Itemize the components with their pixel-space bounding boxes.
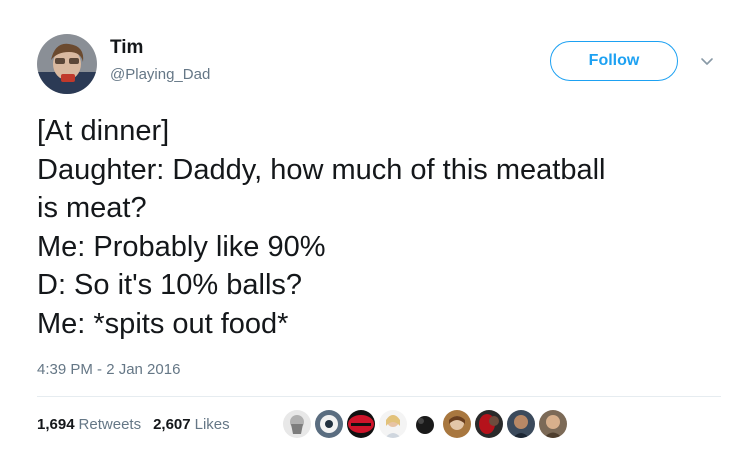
chevron-down-icon[interactable] — [699, 55, 715, 67]
liker-avatar[interactable] — [539, 410, 567, 438]
liker-avatar[interactable] — [411, 410, 439, 438]
liker-avatar[interactable] — [315, 410, 343, 438]
tweet-card: Tim @Playing_Dad Follow [At dinner] Daug… — [0, 0, 742, 458]
likers-avatars — [283, 410, 567, 438]
tweet-line: [At dinner] — [37, 115, 170, 147]
liker-avatar[interactable] — [283, 410, 311, 438]
tweet-text: [At dinner] Daughter: Daddy, how much of… — [37, 112, 727, 343]
tweet-stats: 1,694 Retweets 2,607 Likes — [37, 416, 230, 433]
tweet-line: Daughter: Daddy, how much of this meatba… — [37, 153, 606, 186]
tweet-line: D: So it's 10% balls? — [37, 269, 303, 301]
follow-button[interactable]: Follow — [550, 41, 678, 81]
retweets-count: 1,694 — [37, 416, 75, 433]
likes-count: 2,607 — [153, 416, 191, 433]
tweet-timestamp[interactable]: 4:39 PM - 2 Jan 2016 — [37, 361, 180, 378]
liker-avatar[interactable] — [507, 410, 535, 438]
author-avatar[interactable] — [37, 34, 97, 94]
liker-avatar[interactable] — [379, 410, 407, 438]
liker-avatar[interactable] — [347, 410, 375, 438]
likes-label: Likes — [194, 416, 230, 433]
divider — [37, 396, 721, 397]
tweet-line: is meat? — [37, 192, 147, 224]
retweets-label: Retweets — [78, 416, 142, 433]
retweets-stat[interactable]: 1,694 Retweets — [37, 416, 141, 433]
tweet-line: Me: *spits out food* — [37, 307, 289, 340]
likes-stat[interactable]: 2,607 Likes — [153, 416, 230, 433]
author-name[interactable]: Tim — [110, 37, 143, 59]
liker-avatar[interactable] — [443, 410, 471, 438]
author-handle[interactable]: @Playing_Dad — [110, 66, 210, 83]
liker-avatar[interactable] — [475, 410, 503, 438]
tweet-line: Me: Probably like 90% — [37, 230, 326, 263]
